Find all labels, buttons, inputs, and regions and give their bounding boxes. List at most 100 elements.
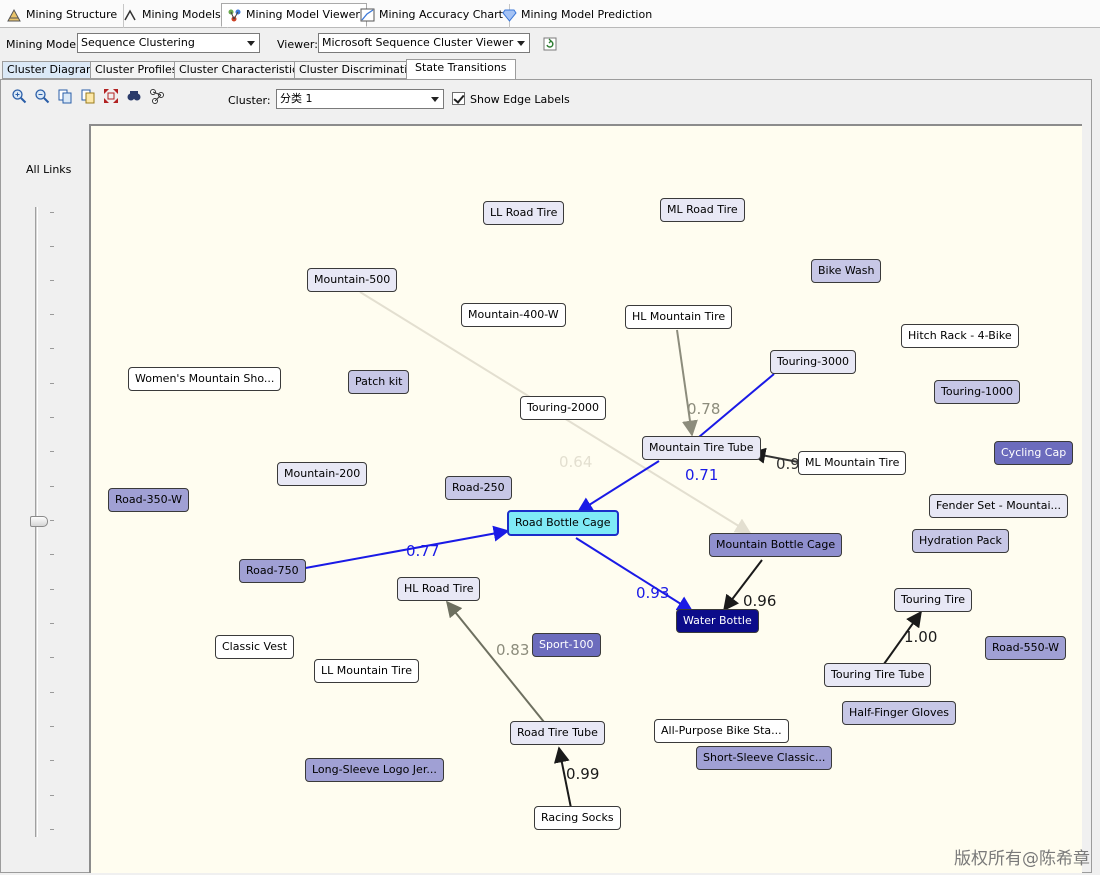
edge-label: 0.93: [636, 584, 670, 602]
tab-label: Cluster Discrimination: [299, 63, 421, 76]
tab-label: Cluster Diagram: [7, 63, 97, 76]
node-sport-100[interactable]: Sport-100: [532, 633, 601, 657]
link-strength-slider-thumb[interactable]: [30, 516, 48, 527]
node-bike-wash[interactable]: Bike Wash: [811, 259, 882, 283]
node-road-750[interactable]: Road-750: [239, 559, 306, 583]
viewer-tab-bar: Cluster Diagram Cluster Profiles Cluster…: [0, 59, 1100, 79]
tab-mining-model-prediction[interactable]: Mining Model Prediction: [497, 4, 658, 28]
mining-model-select[interactable]: Sequence Clustering: [77, 33, 260, 53]
all-links-label: All Links: [26, 163, 72, 176]
viewer-value: Microsoft Sequence Cluster Viewer: [322, 36, 514, 49]
node-fender-set[interactable]: Fender Set - Mountai...: [929, 494, 1069, 518]
node-mountain-400-w[interactable]: Mountain-400-W: [461, 303, 566, 327]
node-touring-1000[interactable]: Touring-1000: [934, 380, 1021, 404]
mining-model-value: Sequence Clustering: [81, 36, 195, 49]
viewer-select[interactable]: Microsoft Sequence Cluster Viewer: [318, 33, 530, 53]
viewer-label: Viewer:: [277, 38, 318, 51]
node-hl-mountain-tire[interactable]: HL Mountain Tire: [625, 305, 733, 329]
slider-tick: [50, 246, 54, 247]
node-patch-kit[interactable]: Patch kit: [348, 370, 410, 394]
mining-structure-icon: [7, 8, 21, 22]
fit-to-window-icon[interactable]: [103, 88, 119, 104]
node-mountain-200[interactable]: Mountain-200: [277, 462, 368, 486]
show-edge-labels-label: Show Edge Labels: [470, 93, 570, 106]
tab-cluster-characteristics[interactable]: Cluster Characteristics: [174, 61, 309, 79]
node-ll-mountain-tire[interactable]: LL Mountain Tire: [314, 659, 419, 683]
tab-label: Mining Accuracy Chart: [379, 8, 503, 21]
edge-label: 0.71: [685, 466, 719, 484]
slider-tick: [50, 417, 54, 418]
cluster-select[interactable]: 分类 1: [276, 89, 444, 109]
state-transition-graph[interactable]: 0.78 0.71 0.9 0.64 0.77 0.93 0.96 0.83 0…: [89, 124, 1082, 873]
node-ml-road-tire[interactable]: ML Road Tire: [660, 198, 745, 222]
mining-models-icon: [124, 9, 136, 21]
tab-label: Mining Model Prediction: [521, 8, 653, 21]
tab-mining-models[interactable]: Mining Models: [118, 4, 228, 28]
node-mountain-bottle-cage[interactable]: Mountain Bottle Cage: [709, 533, 843, 557]
slider-tick: [50, 795, 54, 796]
slider-tick: [50, 657, 54, 658]
find-node-icon[interactable]: [126, 88, 142, 104]
mining-model-viewer-icon: [228, 9, 241, 22]
node-touring-3000[interactable]: Touring-3000: [770, 350, 857, 374]
node-long-sleeve-logo-jersey[interactable]: Long-Sleeve Logo Jer...: [305, 758, 444, 782]
slider-tick: [50, 348, 54, 349]
slider-tick: [50, 726, 54, 727]
node-road-bottle-cage[interactable]: Road Bottle Cage: [507, 510, 619, 536]
node-touring-tire-tube[interactable]: Touring Tire Tube: [824, 663, 932, 687]
tab-mining-model-viewer[interactable]: Mining Model Viewer: [221, 3, 367, 27]
node-touring-2000[interactable]: Touring-2000: [520, 396, 607, 420]
show-edge-labels-checkbox[interactable]: [452, 92, 465, 105]
slider-tick: [50, 760, 54, 761]
zoom-in-icon[interactable]: [11, 88, 27, 104]
chevron-down-icon: [431, 97, 439, 102]
node-classic-vest[interactable]: Classic Vest: [215, 635, 295, 659]
node-cycling-cap[interactable]: Cycling Cap: [994, 441, 1074, 465]
slider-tick: [50, 212, 54, 213]
prediction-diamond-icon: [502, 9, 517, 22]
slider-tick: [50, 451, 54, 452]
tab-cluster-diagram[interactable]: Cluster Diagram: [2, 61, 102, 79]
tab-cluster-profiles[interactable]: Cluster Profiles: [90, 61, 183, 79]
node-hl-road-tire[interactable]: HL Road Tire: [397, 577, 481, 601]
cluster-label: Cluster:: [228, 94, 271, 107]
tab-state-transitions[interactable]: State Transitions: [406, 59, 516, 79]
node-short-sleeve-classic[interactable]: Short-Sleeve Classic...: [696, 746, 833, 770]
node-touring-tire[interactable]: Touring Tire: [894, 588, 973, 612]
node-road-550-w[interactable]: Road-550-W: [985, 636, 1066, 660]
node-half-finger-gloves[interactable]: Half-Finger Gloves: [842, 701, 956, 725]
node-womens-mountain-shorts[interactable]: Women's Mountain Sho...: [128, 367, 282, 391]
copy-icon[interactable]: [57, 88, 73, 104]
node-road-tire-tube[interactable]: Road Tire Tube: [510, 721, 605, 745]
tab-mining-accuracy-chart[interactable]: Mining Accuracy Chart: [355, 4, 510, 28]
node-all-purpose-bike-stand[interactable]: All-Purpose Bike Sta...: [654, 719, 789, 743]
tab-label: State Transitions: [415, 61, 507, 74]
tab-label: Mining Structure: [26, 8, 118, 21]
node-water-bottle[interactable]: Water Bottle: [676, 609, 759, 633]
tab-label: Mining Models: [142, 8, 221, 21]
node-hydration-pack[interactable]: Hydration Pack: [912, 529, 1009, 553]
node-ml-mountain-tire[interactable]: ML Mountain Tire: [798, 451, 907, 475]
node-hitch-rack[interactable]: Hitch Rack - 4-Bike: [901, 324, 1019, 348]
slider-tick: [50, 623, 54, 624]
tab-label: Cluster Characteristics: [179, 63, 304, 76]
edge-road-tire-tube-to-hl-road-tire: [445, 600, 545, 723]
copy-graph-view-icon[interactable]: [80, 88, 96, 104]
toggle-layout-icon[interactable]: [149, 88, 165, 104]
node-mountain-tire-tube[interactable]: Mountain Tire Tube: [642, 436, 761, 460]
node-ll-road-tire[interactable]: LL Road Tire: [483, 201, 565, 225]
node-mountain-500[interactable]: Mountain-500: [307, 268, 398, 292]
tab-mining-structure[interactable]: Mining Structure: [2, 4, 125, 28]
node-road-250[interactable]: Road-250: [445, 476, 512, 500]
node-road-350-w[interactable]: Road-350-W: [108, 488, 189, 512]
accuracy-chart-icon: [360, 8, 375, 22]
designer-tab-bar: Mining Structure Mining Models Mining Mo…: [0, 0, 1100, 28]
mining-model-label: Mining Model:: [6, 38, 83, 51]
tab-label: Cluster Profiles: [95, 63, 178, 76]
zoom-out-icon[interactable]: [34, 88, 50, 104]
refresh-icon[interactable]: [543, 37, 557, 51]
edge-label: 0.77: [406, 542, 440, 560]
edge-road750-to-road-bottle-cage: [299, 525, 510, 570]
edge-label: 0.99: [566, 765, 600, 783]
node-racing-socks[interactable]: Racing Socks: [534, 806, 621, 830]
